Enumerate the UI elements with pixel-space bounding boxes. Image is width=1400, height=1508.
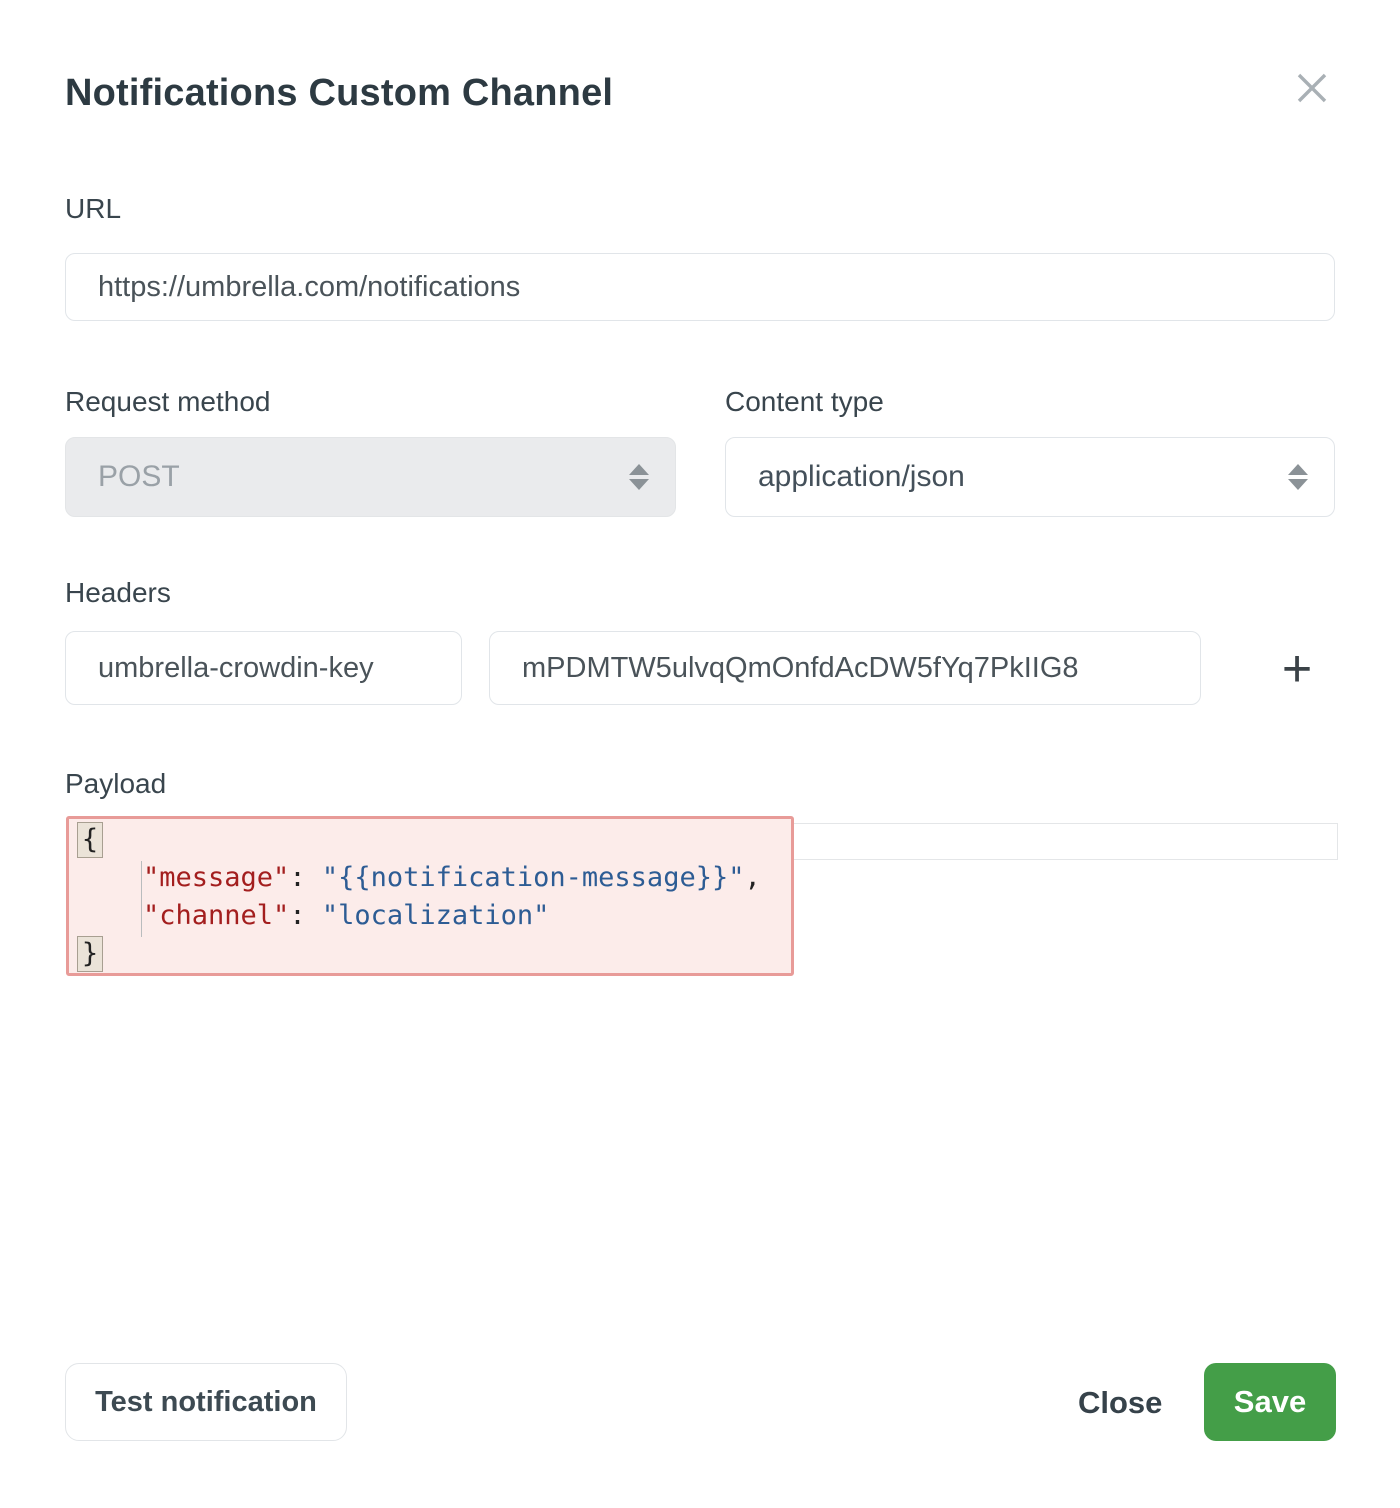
add-header-button[interactable]: + bbox=[1262, 634, 1332, 704]
notifications-custom-channel-dialog: Notifications Custom Channel URL Request… bbox=[0, 0, 1400, 1508]
x-mark-icon bbox=[1293, 69, 1331, 107]
content-type-label: Content type bbox=[725, 386, 884, 418]
request-method-value: POST bbox=[98, 460, 180, 494]
code-line: { bbox=[77, 821, 791, 859]
header-value-input[interactable] bbox=[489, 631, 1201, 705]
headers-label: Headers bbox=[65, 577, 171, 609]
matching-bracket-close: } bbox=[77, 936, 103, 972]
save-button[interactable]: Save bbox=[1204, 1363, 1336, 1441]
plus-icon: + bbox=[1282, 640, 1312, 698]
close-button[interactable]: Close bbox=[1078, 1385, 1162, 1421]
code-line: "channel": "localization" bbox=[77, 897, 791, 935]
content-type-value: application/json bbox=[758, 460, 965, 494]
close-icon[interactable] bbox=[1288, 64, 1336, 112]
header-key-input[interactable] bbox=[65, 631, 462, 705]
test-notification-button[interactable]: Test notification bbox=[65, 1363, 347, 1441]
content-type-select[interactable]: application/json bbox=[725, 437, 1335, 517]
payload-code-editor[interactable]: { "message": "{{notification-message}}",… bbox=[66, 816, 794, 976]
chevron-up-down-icon bbox=[629, 464, 649, 490]
payload-label: Payload bbox=[65, 768, 166, 800]
indent-guide bbox=[141, 861, 142, 937]
code-line: } bbox=[77, 935, 791, 973]
url-label: URL bbox=[65, 193, 121, 225]
code-line: "message": "{{notification-message}}", bbox=[77, 859, 791, 897]
page-title: Notifications Custom Channel bbox=[65, 72, 613, 115]
url-input[interactable] bbox=[65, 253, 1335, 321]
chevron-up-down-icon bbox=[1288, 464, 1308, 490]
matching-bracket-open: { bbox=[77, 822, 103, 858]
request-method-label: Request method bbox=[65, 386, 270, 418]
request-method-select: POST bbox=[65, 437, 676, 517]
